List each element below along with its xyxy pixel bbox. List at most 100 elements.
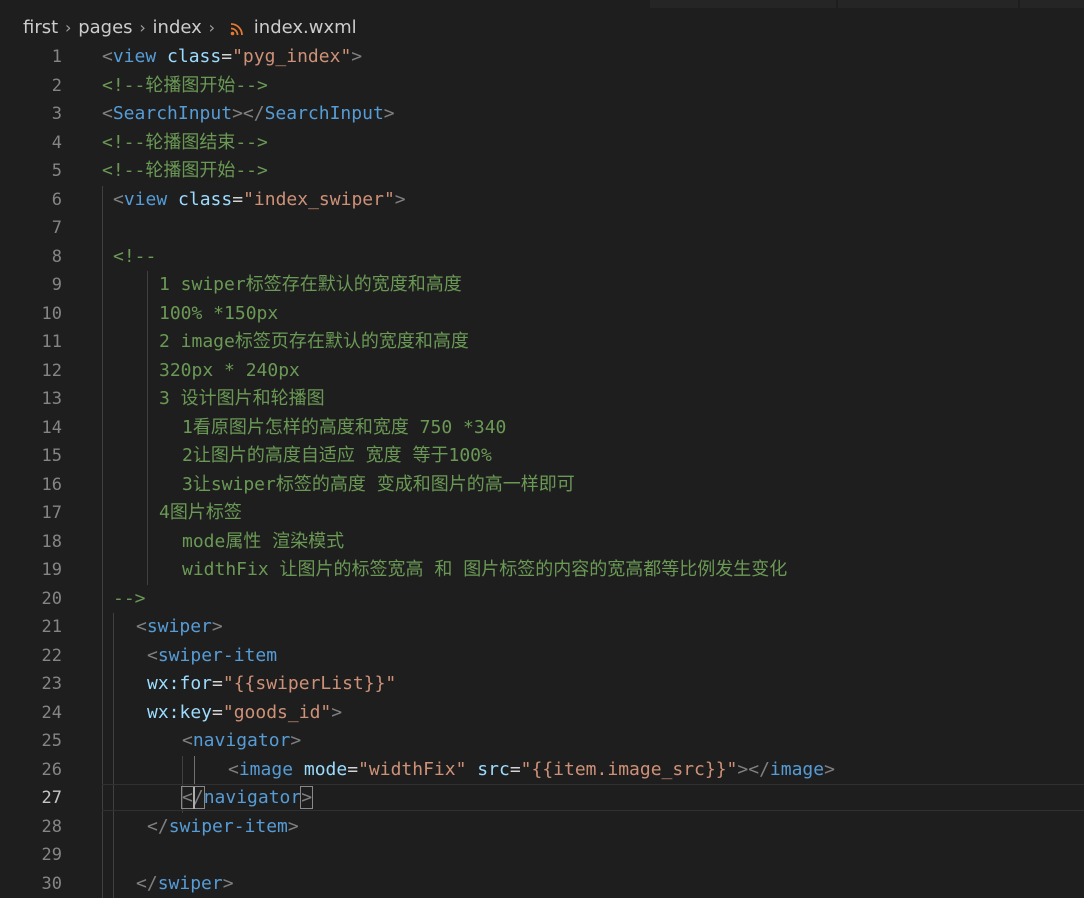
line-number[interactable]: 27: [0, 784, 62, 813]
line-number[interactable]: 29: [0, 841, 62, 870]
code-line[interactable]: 3<SearchInput></SearchInput>: [0, 100, 1084, 129]
code-comment: 100% *150px: [159, 303, 278, 324]
code-line[interactable]: 14 1看原图片怎样的高度和宽度 750 *340: [0, 414, 1084, 443]
code-line[interactable]: 18mode属性 渲染模式: [0, 528, 1084, 557]
line-number[interactable]: 26: [0, 756, 62, 785]
code-line[interactable]: 19widthFix 让图片的标签宽高 和 图片标签的内容的宽高都等比例发生变化: [0, 556, 1084, 585]
code-line[interactable]: 2<!--轮播图开始-->: [0, 72, 1084, 101]
code-bracket: >: [223, 873, 234, 894]
breadcrumb-folder-pages[interactable]: pages: [78, 17, 132, 38]
code-line[interactable]: 26<image mode="widthFix" src="{{item.ima…: [0, 756, 1084, 785]
code-content: 4图片标签: [159, 499, 242, 528]
code-content: <view class="pyg_index">: [102, 43, 362, 72]
code-line[interactable]: 15 2让图片的高度自适应 宽度 等于100%: [0, 442, 1084, 471]
line-number[interactable]: 14: [0, 414, 62, 443]
tab-strip-segment[interactable]: [1020, 0, 1084, 8]
line-number[interactable]: 21: [0, 613, 62, 642]
code-bracket: </: [136, 873, 158, 894]
code-line[interactable]: 17 4图片标签: [0, 499, 1084, 528]
tab-strip-segment[interactable]: [650, 0, 836, 8]
code-comment: <!--轮播图结束-->: [102, 132, 268, 153]
code-line[interactable]: 24wx:key="goods_id">: [0, 699, 1084, 728]
code-line[interactable]: 8<!--: [0, 243, 1084, 272]
code-line[interactable]: 163让swiper标签的高度 变成和图片的高一样即可: [0, 471, 1084, 500]
code-line[interactable]: 6<view class="index_swiper">: [0, 186, 1084, 215]
code-comment: 1看原图片怎样的高度和宽度 750 *340: [182, 417, 506, 438]
line-number[interactable]: 24: [0, 699, 62, 728]
breadcrumb-folder-index[interactable]: index: [153, 17, 202, 38]
code-line[interactable]: 30</swiper>: [0, 870, 1084, 898]
code-editor[interactable]: 1<view class="pyg_index">2<!--轮播图开始-->3<…: [0, 43, 1084, 895]
breadcrumb-folder-first[interactable]: first: [23, 17, 58, 38]
code-content: <navigator>: [182, 727, 301, 756]
code-tag-name: SearchInput: [113, 103, 232, 124]
code-line[interactable]: 1 <view class="pyg_index">: [0, 43, 1084, 72]
code-line-current[interactable]: 27</navigator>: [0, 784, 1084, 813]
code-line[interactable]: 7: [0, 214, 1084, 243]
chevron-right-icon: ›: [135, 18, 151, 37]
line-number[interactable]: 13: [0, 385, 62, 414]
code-line[interactable]: 22<swiper-item: [0, 642, 1084, 671]
line-number[interactable]: 12: [0, 357, 62, 386]
code-line[interactable]: 29: [0, 841, 1084, 870]
line-number[interactable]: 19: [0, 556, 62, 585]
line-number[interactable]: 8: [0, 243, 62, 272]
code-tag-name: navigator: [204, 787, 302, 808]
line-number[interactable]: 16: [0, 471, 62, 500]
line-number[interactable]: 18: [0, 528, 62, 557]
line-number[interactable]: 1: [0, 43, 62, 72]
code-text: =: [221, 46, 232, 67]
chevron-right-icon: ›: [204, 18, 220, 37]
code-comment: 320px * 240px: [159, 360, 300, 381]
code-line[interactable]: 23wx:for="{{swiperList}}": [0, 670, 1084, 699]
code-line[interactable]: 20-->: [0, 585, 1084, 614]
text-cursor: [193, 787, 195, 809]
code-line[interactable]: 10 100% *150px: [0, 300, 1084, 329]
line-number[interactable]: 9: [0, 271, 62, 300]
code-comment: 1 swiper标签存在默认的宽度和高度: [159, 274, 462, 295]
line-number[interactable]: 17: [0, 499, 62, 528]
code-line[interactable]: 12 320px * 240px: [0, 357, 1084, 386]
code-bracket: <: [182, 730, 193, 751]
code-text: [167, 189, 178, 210]
breadcrumb-file[interactable]: index.wxml: [222, 17, 357, 38]
code-content: <!--轮播图结束-->: [102, 129, 268, 158]
line-number[interactable]: 28: [0, 813, 62, 842]
code-line[interactable]: 28 </swiper-item>: [0, 813, 1084, 842]
code-line[interactable]: 9 1 swiper标签存在默认的宽度和高度: [0, 271, 1084, 300]
code-line[interactable]: 112 image标签页存在默认的宽度和高度: [0, 328, 1084, 357]
line-number[interactable]: 3: [0, 100, 62, 129]
code-bracket: <: [102, 103, 113, 124]
editor-tab-bar: first › pages › index › index.wxml: [0, 0, 1084, 44]
line-number[interactable]: 11: [0, 328, 62, 357]
code-comment: 2让图片的高度自适应 宽度 等于100%: [182, 445, 492, 466]
line-number[interactable]: 7: [0, 214, 62, 243]
line-number[interactable]: 15: [0, 442, 62, 471]
line-number[interactable]: 30: [0, 870, 62, 898]
tab-strip-segment[interactable]: [838, 0, 1018, 8]
code-line[interactable]: 25 <navigator>: [0, 727, 1084, 756]
line-number[interactable]: 25: [0, 727, 62, 756]
line-number[interactable]: 10: [0, 300, 62, 329]
code-line[interactable]: 21<swiper>: [0, 613, 1084, 642]
line-number[interactable]: 4: [0, 129, 62, 158]
code-bracket: >: [212, 616, 223, 637]
code-bracket: <: [228, 759, 239, 780]
code-bracket: <: [102, 46, 113, 67]
code-content: 1看原图片怎样的高度和宽度 750 *340: [182, 414, 506, 443]
code-line[interactable]: 133 设计图片和轮播图: [0, 385, 1084, 414]
line-number[interactable]: 6: [0, 186, 62, 215]
line-number[interactable]: 2: [0, 72, 62, 101]
code-text: =: [347, 759, 358, 780]
line-number[interactable]: 5: [0, 157, 62, 186]
line-number[interactable]: 20: [0, 585, 62, 614]
chevron-right-icon: ›: [60, 18, 76, 37]
code-text: [466, 759, 477, 780]
line-number[interactable]: 23: [0, 670, 62, 699]
code-line[interactable]: 4 <!--轮播图结束-->: [0, 129, 1084, 158]
line-number[interactable]: 22: [0, 642, 62, 671]
code-comment: <!--轮播图开始-->: [102, 160, 268, 181]
code-content: </swiper-item>: [147, 813, 299, 842]
code-line[interactable]: 5 <!--轮播图开始-->: [0, 157, 1084, 186]
code-string: "{{item.image_src}}": [521, 759, 738, 780]
